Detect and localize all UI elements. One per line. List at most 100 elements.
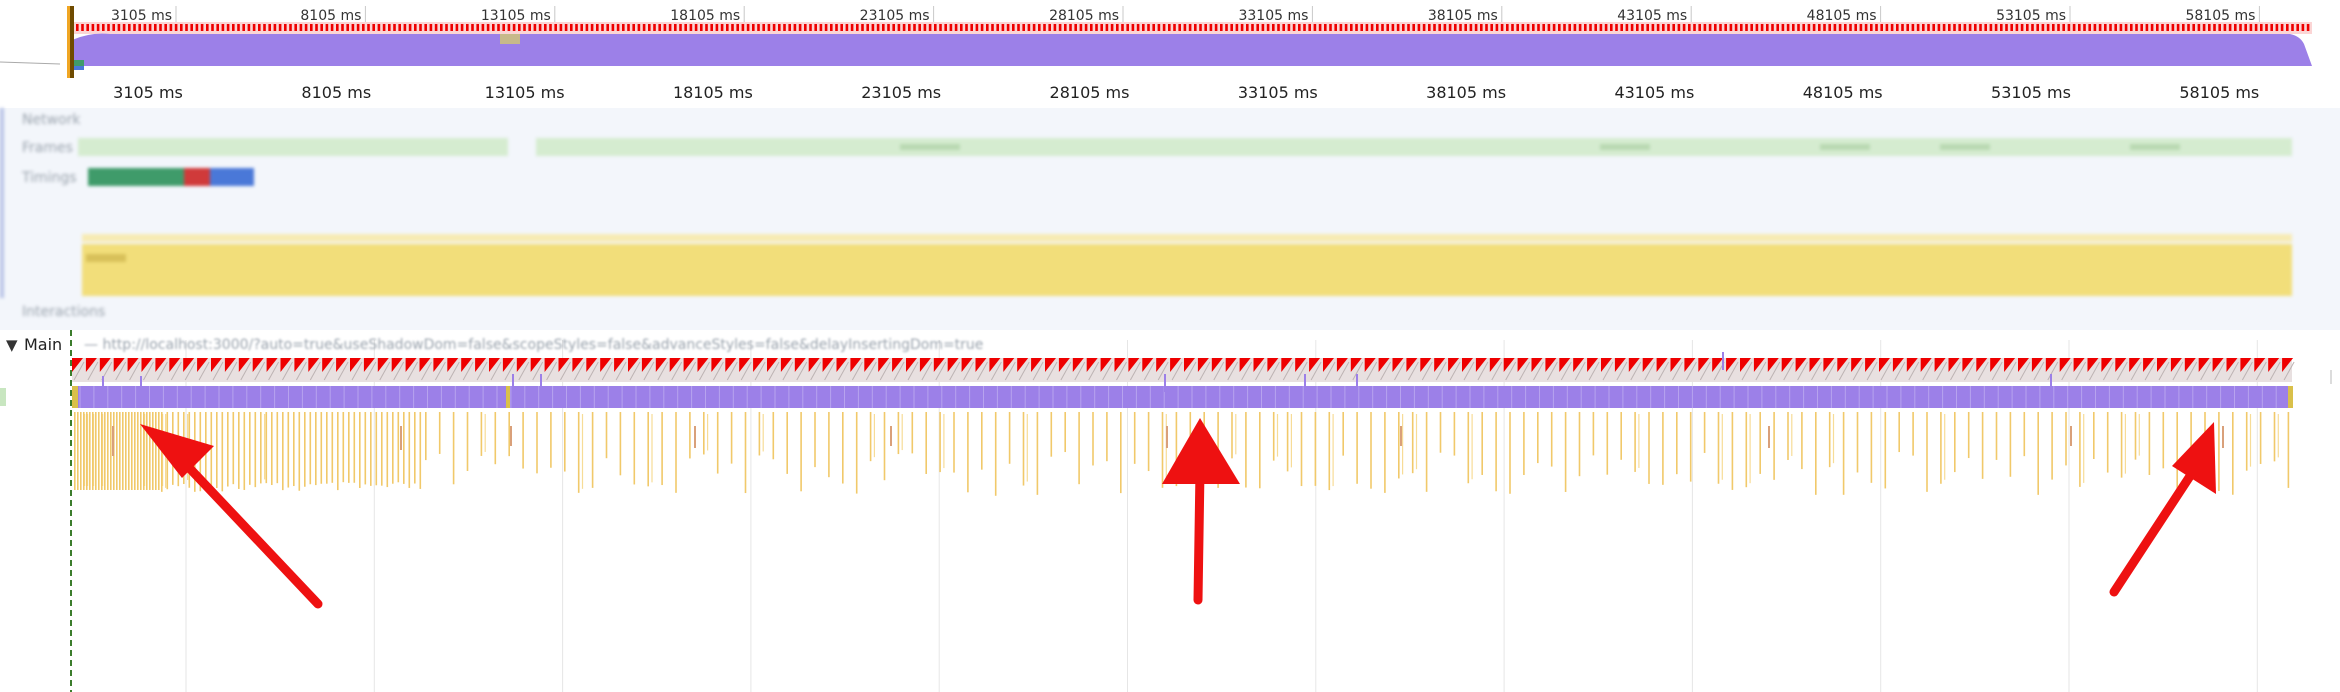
function-call-stack[interactable] bbox=[1235, 414, 1237, 455]
function-call-stack[interactable] bbox=[210, 412, 213, 490]
function-call-stack[interactable] bbox=[1415, 414, 1418, 470]
function-call-stack[interactable] bbox=[95, 412, 97, 490]
function-call-stack[interactable] bbox=[187, 414, 189, 481]
function-call-stack[interactable] bbox=[438, 412, 441, 454]
function-call-stack[interactable] bbox=[452, 412, 455, 485]
function-call-stack[interactable] bbox=[249, 412, 251, 485]
function-call-stack[interactable] bbox=[1189, 412, 1192, 453]
function-call-stack[interactable] bbox=[74, 412, 76, 490]
function-call-stack[interactable] bbox=[348, 412, 350, 483]
function-call-stack[interactable] bbox=[1439, 412, 1442, 453]
function-call-stack[interactable] bbox=[1791, 414, 1793, 456]
function-call-stack[interactable] bbox=[758, 412, 761, 456]
timeline-overview[interactable]: 3105 ms 8105 ms 13105 ms 18105 ms 23105 ms 28… bbox=[0, 0, 2340, 81]
function-call-stack[interactable] bbox=[2232, 412, 2234, 495]
gc-event[interactable] bbox=[694, 426, 696, 448]
function-call-stack[interactable] bbox=[315, 412, 317, 486]
function-call-stack[interactable] bbox=[605, 412, 608, 459]
function-call-stack[interactable] bbox=[1832, 414, 1835, 464]
function-call-stack[interactable] bbox=[304, 412, 306, 487]
function-call-stack[interactable] bbox=[1995, 412, 1998, 460]
function-call-stack[interactable] bbox=[194, 412, 196, 492]
function-call-stack[interactable] bbox=[320, 412, 323, 484]
function-call-stack[interactable] bbox=[1967, 412, 1970, 459]
function-call-stack[interactable] bbox=[165, 414, 167, 488]
layout-event[interactable] bbox=[102, 376, 104, 394]
function-call-stack[interactable] bbox=[536, 412, 538, 474]
scroll-indicator[interactable] bbox=[2330, 370, 2332, 384]
function-call-stack[interactable] bbox=[2009, 412, 2012, 477]
function-call-stack[interactable] bbox=[101, 412, 103, 490]
function-call-stack[interactable] bbox=[2134, 412, 2137, 460]
function-call-stack[interactable] bbox=[155, 412, 157, 490]
function-call-stack[interactable] bbox=[238, 412, 240, 489]
function-call-stack[interactable] bbox=[651, 414, 653, 483]
function-call-stack[interactable] bbox=[2245, 412, 2248, 471]
function-call-stack[interactable] bbox=[131, 412, 133, 490]
function-call-stack[interactable] bbox=[146, 412, 148, 490]
function-call-stack[interactable] bbox=[140, 412, 142, 490]
function-call-stack[interactable] bbox=[581, 414, 584, 489]
function-call-stack[interactable] bbox=[484, 414, 486, 452]
function-call-stack[interactable] bbox=[619, 412, 622, 476]
function-call-stack[interactable] bbox=[2065, 412, 2067, 466]
function-call-stack[interactable] bbox=[1384, 412, 1386, 493]
function-call-stack[interactable] bbox=[855, 412, 858, 494]
function-call-stack[interactable] bbox=[128, 412, 130, 490]
function-call-stack[interactable] bbox=[1050, 412, 1053, 457]
function-call-stack[interactable] bbox=[1092, 412, 1094, 466]
function-call-stack[interactable] bbox=[232, 412, 235, 485]
function-call-stack[interactable] bbox=[1175, 412, 1178, 487]
function-call-stack[interactable] bbox=[104, 412, 106, 490]
function-call-stack[interactable] bbox=[675, 412, 677, 493]
function-call-stack[interactable] bbox=[1815, 412, 1817, 495]
main-thread-flame-chart[interactable] bbox=[0, 330, 2340, 692]
function-call-stack[interactable] bbox=[661, 412, 663, 486]
function-call-stack[interactable] bbox=[1217, 412, 1219, 488]
function-call-stack[interactable] bbox=[1356, 412, 1358, 484]
function-call-stack[interactable] bbox=[1717, 412, 1720, 484]
function-call-stack[interactable] bbox=[1842, 412, 1845, 495]
function-call-stack[interactable] bbox=[370, 412, 372, 486]
function-call-stack[interactable] bbox=[243, 412, 246, 490]
function-call-stack[interactable] bbox=[1314, 412, 1317, 486]
function-call-stack[interactable] bbox=[397, 412, 400, 483]
function-call-stack[interactable] bbox=[1120, 412, 1122, 494]
function-call-stack[interactable] bbox=[1749, 414, 1751, 484]
function-call-stack[interactable] bbox=[730, 412, 733, 464]
function-call-stack[interactable] bbox=[2273, 412, 2276, 462]
function-call-stack[interactable] bbox=[1620, 412, 1622, 460]
function-call-stack[interactable] bbox=[205, 412, 207, 487]
function-call-stack[interactable] bbox=[591, 412, 594, 488]
function-call-stack[interactable] bbox=[828, 412, 830, 478]
function-call-stack[interactable] bbox=[869, 412, 872, 462]
function-call-stack[interactable] bbox=[1026, 414, 1028, 482]
function-call-stack[interactable] bbox=[2249, 414, 2252, 467]
function-call-stack[interactable] bbox=[116, 412, 118, 490]
function-call-stack[interactable] bbox=[1161, 412, 1164, 488]
function-call-stack[interactable] bbox=[1926, 412, 1928, 492]
function-call-stack[interactable] bbox=[2204, 412, 2206, 464]
function-call-stack[interactable] bbox=[149, 412, 151, 490]
function-call-stack[interactable] bbox=[939, 412, 941, 473]
function-call-stack[interactable] bbox=[2148, 412, 2151, 475]
function-call-stack[interactable] bbox=[703, 412, 705, 455]
function-call-stack[interactable] bbox=[1662, 412, 1664, 485]
function-call-stack[interactable] bbox=[1036, 412, 1039, 495]
function-call-stack[interactable] bbox=[1944, 414, 1946, 480]
function-call-stack[interactable] bbox=[925, 412, 927, 474]
function-call-stack[interactable] bbox=[1689, 412, 1692, 482]
function-call-stack[interactable] bbox=[403, 412, 405, 484]
function-call-stack[interactable] bbox=[1773, 412, 1775, 480]
function-call-stack[interactable] bbox=[762, 414, 764, 452]
function-call-stack[interactable] bbox=[137, 412, 139, 490]
function-call-stack[interactable] bbox=[166, 412, 169, 490]
function-call-stack[interactable] bbox=[1272, 412, 1275, 461]
function-call-stack[interactable] bbox=[342, 412, 345, 483]
function-call-stack[interactable] bbox=[293, 412, 295, 487]
function-call-stack[interactable] bbox=[883, 412, 886, 481]
function-call-stack[interactable] bbox=[1564, 412, 1567, 492]
timing-block-blue[interactable] bbox=[210, 168, 254, 186]
function-call-stack[interactable] bbox=[2218, 412, 2220, 492]
function-call-stack[interactable] bbox=[967, 412, 969, 493]
